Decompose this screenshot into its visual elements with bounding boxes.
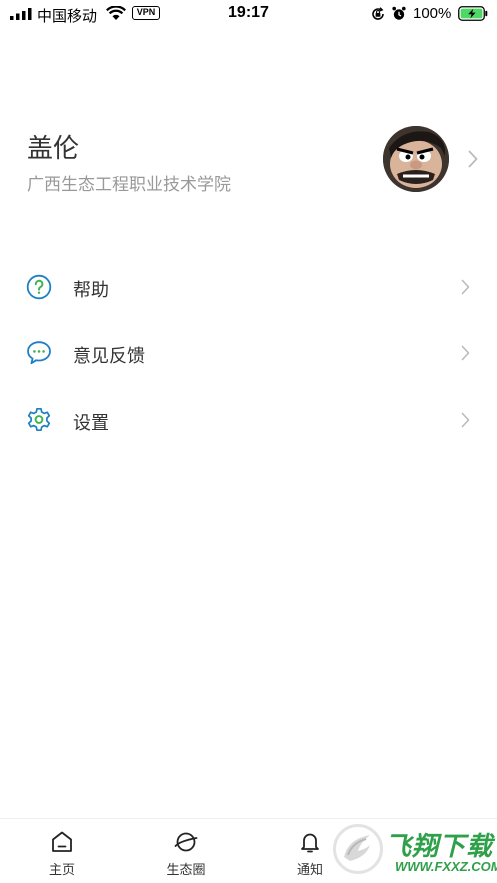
tab-label: 主页 — [48, 862, 75, 877]
watermark-url: WWW.FXXZ.COM — [395, 859, 497, 874]
avatar-image — [383, 126, 449, 192]
menu-label: 设置 — [73, 413, 109, 433]
alarm-icon — [392, 6, 406, 20]
chevron-right-icon — [461, 279, 470, 295]
help-circle-icon — [26, 274, 52, 300]
menu-item-feedback[interactable]: 意见反馈 — [0, 328, 497, 378]
gear-icon — [27, 407, 51, 432]
battery-percent: 100% — [413, 5, 452, 22]
avatar[interactable] — [383, 126, 449, 192]
profile-name: 盖伦 — [27, 133, 80, 163]
planet-icon — [174, 832, 198, 852]
chevron-right-icon — [461, 345, 470, 361]
profile-card[interactable]: 盖伦 广西生态工程职业技术学院 — [0, 118, 497, 204]
tab-label: 生态圈 — [166, 862, 206, 877]
home-icon — [52, 831, 72, 852]
menu-label: 帮助 — [73, 280, 109, 300]
watermark-logo-icon — [333, 824, 383, 874]
chevron-right-icon — [461, 412, 470, 428]
chevron-right-icon — [468, 150, 478, 168]
tab-home[interactable]: 主页 — [22, 819, 102, 883]
tab-ecosphere[interactable]: 生态圈 — [146, 819, 226, 883]
watermark: 飞翔下载 WWW.FXXZ.COM — [333, 822, 497, 880]
status-bar: 中国移动 VPN 19:17 100% — [0, 0, 497, 28]
menu-item-help[interactable]: 帮助 — [0, 262, 497, 312]
battery-icon — [458, 6, 488, 21]
profile-school: 广西生态工程职业技术学院 — [27, 175, 231, 194]
rotation-lock-icon — [372, 7, 384, 20]
menu-item-settings[interactable]: 设置 — [0, 395, 497, 445]
bell-icon — [301, 833, 319, 853]
menu-label: 意见反馈 — [73, 346, 145, 366]
watermark-title: 飞翔下载 — [385, 831, 494, 861]
feedback-chat-icon — [27, 341, 51, 365]
